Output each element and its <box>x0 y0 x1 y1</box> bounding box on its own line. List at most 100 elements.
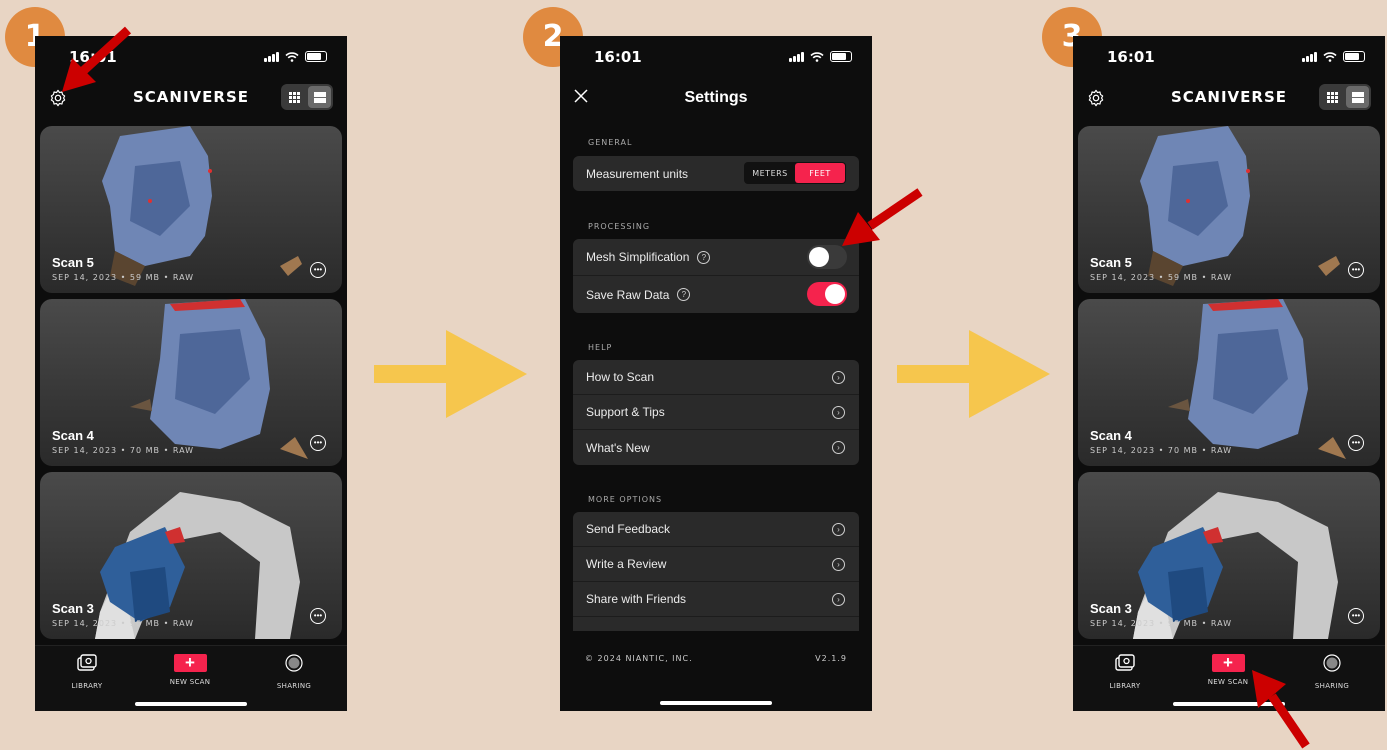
home-indicator <box>135 702 247 706</box>
general-group: Measurement units METERS FEET <box>573 156 859 191</box>
mesh-simplification-label: Mesh Simplification <box>586 250 690 264</box>
help-item-label: How to Scan <box>586 370 655 384</box>
view-mode-toggle[interactable] <box>281 84 333 110</box>
more-icon[interactable]: ••• <box>1348 435 1364 451</box>
more-item-label: Share with Friends <box>586 592 687 606</box>
scan-name: Scan 5 <box>1090 255 1132 270</box>
copyright-text: © 2024 NIANTIC, INC. <box>585 654 693 663</box>
grid-view-icon[interactable] <box>283 86 306 108</box>
more-options-group: Send Feedback › Write a Review › Share wit… <box>573 512 859 631</box>
sharing-icon <box>285 654 303 672</box>
more-item-label: Write a Review <box>586 557 667 571</box>
help-item-support-tips[interactable]: Support & Tips › <box>573 395 859 430</box>
help-item-how-to-scan[interactable]: How to Scan › <box>573 360 859 395</box>
tab-new-scan[interactable]: + NEW SCAN <box>155 654 225 687</box>
signal-icon <box>264 52 279 62</box>
tab-bar: LIBRARY + NEW SCAN SHARING <box>35 645 347 711</box>
measurement-units-row: Measurement units METERS FEET <box>573 156 859 191</box>
scan-card[interactable]: Scan 4 SEP 14, 2023 • 70 MB • RAW ••• <box>1078 299 1380 466</box>
more-item-write-review[interactable]: Write a Review › <box>573 547 859 582</box>
plus-icon[interactable]: + <box>173 654 207 672</box>
unit-feet-option[interactable]: FEET <box>795 163 845 183</box>
pointer-arrow-icon <box>842 188 923 246</box>
help-circle-icon[interactable]: ? <box>677 288 691 301</box>
help-item-label: What's New <box>586 440 650 455</box>
battery-icon <box>305 51 327 62</box>
save-raw-data-row: Save Raw Data ? <box>573 276 859 313</box>
scan-card[interactable]: Scan 3 SEP 14, 2023 • 90 MB • RAW ••• <box>40 472 342 639</box>
chevron-right-icon: › <box>832 523 845 536</box>
section-help: HELP <box>588 343 613 352</box>
help-circle-icon[interactable]: ? <box>697 250 711 264</box>
library-screen-step-1: 16:01 SCANIVERSE Scan 5 SEP 14, 2023 • 5… <box>35 36 347 711</box>
section-more-options: MORE OPTIONS <box>588 495 663 504</box>
scan-name: Scan 4 <box>52 428 94 443</box>
status-bar: 16:01 <box>1073 36 1385 76</box>
version-text: V2.1.9 <box>815 654 847 663</box>
scan-card[interactable]: Scan 4 SEP 14, 2023 • 70 MB • RAW ••• <box>40 299 342 466</box>
battery-icon <box>1343 51 1365 62</box>
battery-icon <box>830 51 852 62</box>
scan-card[interactable]: Scan 5 SEP 14, 2023 • 59 MB • RAW ••• <box>40 126 342 293</box>
help-item-whats-new[interactable]: What's New › <box>573 430 859 465</box>
view-mode-toggle[interactable] <box>1319 84 1371 110</box>
more-item-share-friends[interactable]: Share with Friends › <box>573 582 859 617</box>
more-icon[interactable]: ••• <box>310 608 326 624</box>
grid-view-icon[interactable] <box>1321 86 1344 108</box>
more-icon[interactable]: ••• <box>310 262 326 278</box>
library-icon <box>1115 654 1135 671</box>
section-general: GENERAL <box>588 138 633 147</box>
mesh-simplification-row: Mesh Simplification ? <box>573 239 859 276</box>
home-indicator <box>660 701 772 705</box>
save-raw-data-toggle[interactable] <box>807 282 847 306</box>
tab-library-label: LIBRARY <box>1109 682 1141 690</box>
status-time: 16:01 <box>1107 48 1155 66</box>
pointer-arrow-icon <box>1252 670 1310 749</box>
pointer-arrow-icon <box>62 26 132 92</box>
plus-icon[interactable]: + <box>1211 654 1245 672</box>
section-processing: PROCESSING <box>588 222 651 231</box>
units-segmented-control[interactable]: METERS FEET <box>744 162 846 184</box>
chevron-right-icon: › <box>832 558 845 571</box>
sharing-icon <box>1323 654 1341 672</box>
tab-library-label: LIBRARY <box>71 682 103 690</box>
scan-meta: SEP 14, 2023 • 70 MB • RAW <box>1090 446 1233 455</box>
chevron-right-icon: › <box>832 441 845 454</box>
scan-card[interactable]: Scan 3 SEP 14, 2023 • 90 MB • RAW ••• <box>1078 472 1380 639</box>
list-view-icon[interactable] <box>1346 86 1369 108</box>
tab-library[interactable]: LIBRARY <box>52 654 122 690</box>
more-item-send-feedback[interactable]: Send Feedback › <box>573 512 859 547</box>
more-item-partial <box>573 617 859 631</box>
more-item-label: Send Feedback <box>586 522 671 536</box>
scan-card[interactable]: Scan 5 SEP 14, 2023 • 59 MB • RAW ••• <box>1078 126 1380 293</box>
settings-screen-step-2: 16:01 Settings GENERAL Measurement units… <box>560 36 872 711</box>
more-icon[interactable]: ••• <box>1348 608 1364 624</box>
more-icon[interactable]: ••• <box>1348 262 1364 278</box>
chevron-right-icon: › <box>832 593 845 606</box>
status-time: 16:01 <box>594 48 642 66</box>
scan-name: Scan 4 <box>1090 428 1132 443</box>
scan-meta: SEP 14, 2023 • 59 MB • RAW <box>1090 273 1233 282</box>
measurement-units-label: Measurement units <box>586 166 689 181</box>
help-group: How to Scan › Support & Tips › What's New › <box>573 360 859 465</box>
settings-footer: © 2024 NIANTIC, INC. V2.1.9 <box>585 644 847 674</box>
tab-bar: LIBRARY + NEW SCAN SHARING <box>1073 645 1385 711</box>
flow-arrow-right-icon <box>374 330 527 418</box>
library-screen-step-3: 16:01 SCANIVERSE Scan 5 SEP 14, 2023 • 5… <box>1073 36 1385 711</box>
help-item-label: Support & Tips <box>586 405 665 419</box>
app-header: SCANIVERSE <box>1073 80 1385 120</box>
tab-new-scan-label: NEW SCAN <box>169 678 211 686</box>
list-view-icon[interactable] <box>308 86 331 108</box>
signal-icon <box>789 52 804 62</box>
more-icon[interactable]: ••• <box>310 435 326 451</box>
signal-icon <box>1302 52 1317 62</box>
scan-name: Scan 3 <box>1090 601 1132 616</box>
wifi-icon <box>285 52 299 62</box>
tab-sharing-label: SHARING <box>276 682 312 690</box>
scan-meta: SEP 14, 2023 • 70 MB • RAW <box>52 446 195 455</box>
tab-sharing[interactable]: SHARING <box>259 654 329 690</box>
page-title: Settings <box>684 89 748 106</box>
unit-meters-option[interactable]: METERS <box>745 163 795 183</box>
tab-library[interactable]: LIBRARY <box>1090 654 1160 690</box>
save-raw-data-label: Save Raw Data <box>586 287 670 302</box>
